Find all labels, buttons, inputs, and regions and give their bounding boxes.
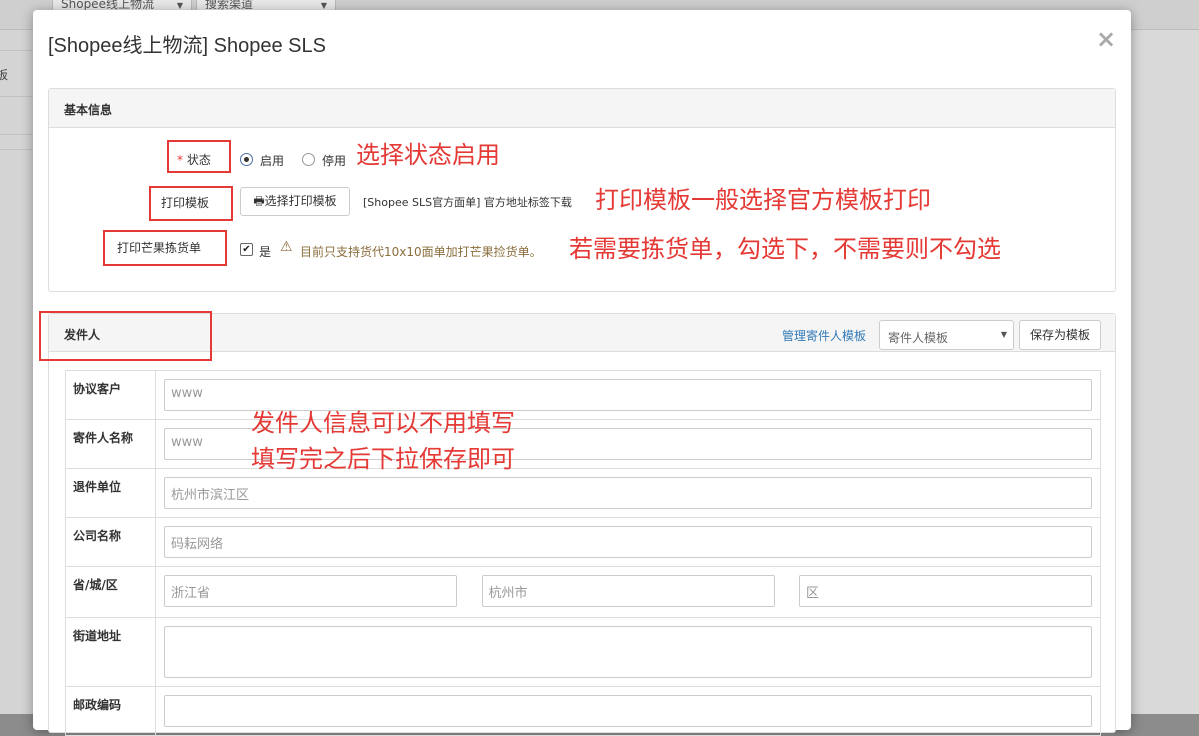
basic-info-header: 基本信息 <box>49 89 1115 128</box>
province-input[interactable]: 浙江省 <box>164 575 457 607</box>
postcode-input[interactable] <box>164 695 1092 727</box>
background-left-panel: 板 <box>0 30 33 714</box>
caret-down-icon: ▼ <box>1000 330 1007 339</box>
required-mark: * <box>177 153 183 167</box>
street-address-label: 街道地址 <box>65 617 156 687</box>
save-as-template-button[interactable]: 保存为模板 <box>1019 320 1101 350</box>
agreement-customer-input[interactable]: www <box>164 379 1092 411</box>
form-row: 寄件人名称 www <box>65 419 1101 469</box>
return-unit-input[interactable]: 杭州市滨江区 <box>164 477 1092 509</box>
region-label: 省/城/区 <box>65 566 156 618</box>
form-row: 协议客户 www <box>65 370 1101 420</box>
status-disabled-radio[interactable] <box>302 153 315 166</box>
divider <box>0 50 33 51</box>
street-address-textarea[interactable] <box>164 626 1092 678</box>
form-row: 街道地址 <box>65 617 1101 687</box>
annotation-note-sender-1: 发件人信息可以不用填写 <box>251 409 515 437</box>
mango-picking-label: 打印芒果拣货单 <box>117 241 202 255</box>
annotation-note-sender-2: 填写完之后下拉保存即可 <box>251 445 515 473</box>
status-disabled-label[interactable]: 停用 <box>322 152 346 169</box>
annotation-note-mango: 若需要拣货单，勾选下，不需要则不勾选 <box>569 235 1001 263</box>
form-row: 省/城/区 浙江省 杭州市 区 <box>65 566 1101 618</box>
basic-info-panel: 基本信息 * 状态 启用 停用 选择状态启用 打印模板 🖶选择打印模板 [Sho… <box>48 88 1116 292</box>
status-label: * 状态 <box>177 151 211 168</box>
annotation-note-status: 选择状态启用 <box>356 141 500 169</box>
agreement-customer-label: 协议客户 <box>65 370 156 420</box>
print-template-label: 打印模板 <box>161 196 210 210</box>
sender-template-select[interactable]: 寄件人模板 ▼ <box>879 320 1014 350</box>
form-row: 公司名称 码耘网络 <box>65 517 1101 567</box>
manage-sender-template-link[interactable]: 管理寄件人模板 <box>782 327 866 344</box>
annotation-box-sender <box>39 311 212 361</box>
mango-picking-checkbox[interactable]: ✔ <box>240 243 253 256</box>
background-left-text: 板 <box>0 68 9 82</box>
basic-info-title: 基本信息 <box>64 103 113 117</box>
divider <box>0 96 33 97</box>
select-print-template-button-label: 选择打印模板 <box>264 194 337 208</box>
sender-name-label: 寄件人名称 <box>65 419 156 469</box>
status-label-text: 状态 <box>186 153 211 167</box>
divider <box>0 149 33 150</box>
mango-picking-check-label[interactable]: 是 <box>259 243 271 260</box>
district-input[interactable]: 区 <box>799 575 1092 607</box>
status-enabled-radio[interactable] <box>240 153 253 166</box>
modal-dialog: [Shopee线上物流] Shopee SLS × 基本信息 * 状态 启用 停… <box>33 10 1131 736</box>
region-inputs: 浙江省 杭州市 区 <box>164 575 1092 607</box>
status-enabled-label[interactable]: 启用 <box>260 152 284 169</box>
sender-panel: 发件人 管理寄件人模板 寄件人模板 ▼ 保存为模板 协议客户 www 寄件人名称… <box>39 311 1116 736</box>
print-template-value: [Shopee SLS官方面单] 官方地址标签下载 <box>363 196 572 209</box>
select-print-template-button[interactable]: 🖶选择打印模板 <box>240 187 350 216</box>
city-input[interactable]: 杭州市 <box>481 575 775 607</box>
form-row: 退件单位 杭州市滨江区 <box>65 468 1101 518</box>
modal-title: [Shopee线上物流] Shopee SLS <box>48 35 326 57</box>
mango-warning-text: 目前只支持货代10x10面单加打芒果捡货单。 <box>300 245 542 259</box>
divider <box>0 134 33 135</box>
close-icon[interactable]: × <box>1096 25 1116 53</box>
annotation-note-print: 打印模板一般选择官方模板打印 <box>595 186 931 214</box>
sender-template-select-value: 寄件人模板 <box>888 331 949 345</box>
return-unit-label: 退件单位 <box>65 468 156 518</box>
warning-icon: ⚠ <box>280 239 293 255</box>
company-name-label: 公司名称 <box>65 517 156 567</box>
form-row: 邮政编码 <box>65 686 1101 736</box>
postcode-label: 邮政编码 <box>65 686 156 736</box>
company-name-input[interactable]: 码耘网络 <box>164 526 1092 558</box>
sender-form: 协议客户 www 寄件人名称 www 退件单位 杭州市滨江区 公司名称 码耘网络… <box>65 370 1101 736</box>
printer-icon: 🖶 <box>253 194 265 208</box>
